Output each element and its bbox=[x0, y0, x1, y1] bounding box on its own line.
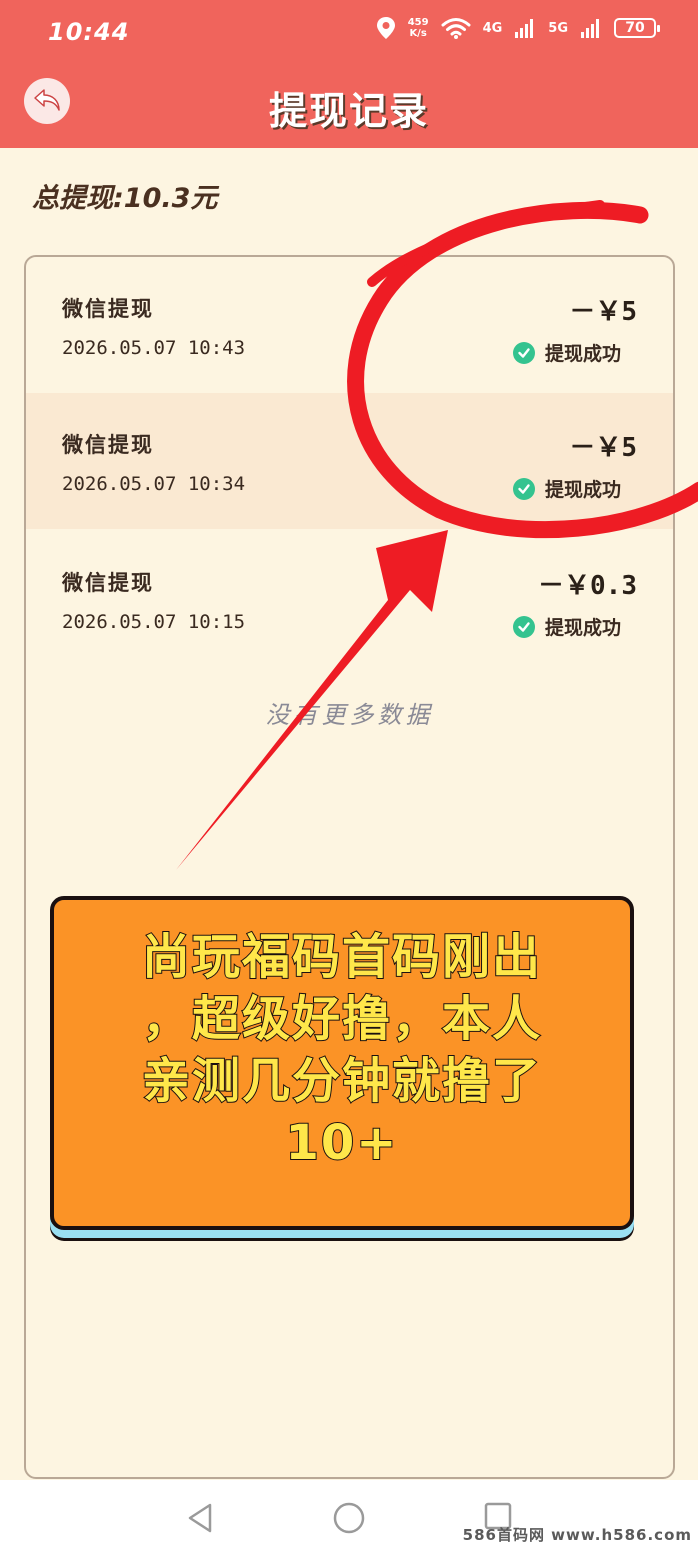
record-status-label: 提现成功 bbox=[544, 479, 621, 501]
home-circle-icon[interactable] bbox=[333, 1502, 365, 1534]
record-list: 微信提现 2026.05.07 10:43 －￥5 提现成功 微信提现 2026… bbox=[24, 255, 675, 1479]
promo-line: ，超级好撸，本人 bbox=[141, 990, 542, 1048]
record-type: 微信提现 bbox=[62, 297, 154, 321]
network-type-5g: 5G bbox=[548, 20, 568, 36]
page-title: 提现记录 bbox=[268, 89, 429, 133]
record-type: 微信提现 bbox=[62, 433, 154, 457]
no-more-data: 没有更多数据 bbox=[265, 701, 434, 729]
promo-line: 10+ bbox=[284, 1114, 399, 1172]
check-circle-icon bbox=[512, 341, 535, 364]
list-item[interactable]: 微信提现 2026.05.07 10:43 －￥5 提现成功 bbox=[26, 257, 673, 393]
list-item[interactable]: 微信提现 2026.05.07 10:15 －￥0.3 提现成功 bbox=[26, 531, 673, 667]
signal-bars-icon bbox=[581, 19, 599, 38]
record-status-label: 提现成功 bbox=[544, 343, 621, 365]
signal-bars-icon bbox=[515, 19, 534, 38]
promo-line: 亲测几分钟就撸了 bbox=[141, 1052, 542, 1110]
network-type-4g: 4G bbox=[482, 20, 503, 36]
record-time: 2026.05.07 10:15 bbox=[62, 611, 246, 633]
record-amount: －￥5 bbox=[569, 433, 637, 463]
battery-icon: 70 bbox=[614, 18, 660, 38]
wifi-icon bbox=[441, 18, 471, 39]
status-icons: 459 K/s 4G 5G 70 bbox=[376, 16, 660, 40]
location-icon bbox=[376, 17, 395, 39]
check-circle-icon bbox=[512, 615, 535, 638]
record-time: 2026.05.07 10:43 bbox=[62, 337, 246, 359]
record-amount: －￥5 bbox=[569, 297, 637, 327]
promo-line: 尚玩福码首码刚出 bbox=[141, 928, 542, 986]
record-status: 提现成功 bbox=[512, 475, 621, 502]
record-status-label: 提现成功 bbox=[544, 617, 621, 639]
network-speed-value: 459 bbox=[407, 17, 429, 28]
list-item[interactable]: 微信提现 2026.05.07 10:34 －￥5 提现成功 bbox=[26, 393, 673, 529]
promo-banner: 尚玩福码首码刚出 ，超级好撸，本人 亲测几分钟就撸了 10+ bbox=[50, 896, 634, 1230]
status-bar: 10:44 459 K/s 4G 5G 70 bbox=[0, 0, 698, 66]
promo-text: 尚玩福码首码刚出 ，超级好撸，本人 亲测几分钟就撸了 10+ bbox=[76, 926, 608, 1174]
record-status: 提现成功 bbox=[512, 339, 621, 366]
back-triangle-icon[interactable] bbox=[186, 1502, 214, 1534]
record-amount: －￥0.3 bbox=[538, 571, 637, 601]
check-circle-icon bbox=[512, 477, 535, 500]
record-status: 提现成功 bbox=[512, 613, 621, 640]
network-speed: 459 K/s bbox=[408, 17, 429, 39]
watermark: 586首码网 www.h586.com bbox=[462, 1526, 692, 1544]
network-speed-unit: K/s bbox=[409, 28, 427, 39]
total-withdrawal: 总提现:10.3元 bbox=[32, 183, 218, 214]
record-time: 2026.05.07 10:34 bbox=[62, 473, 246, 495]
app-header: 提现记录 bbox=[0, 66, 698, 148]
status-time: 10:44 bbox=[48, 18, 130, 46]
record-type: 微信提现 bbox=[62, 571, 154, 595]
